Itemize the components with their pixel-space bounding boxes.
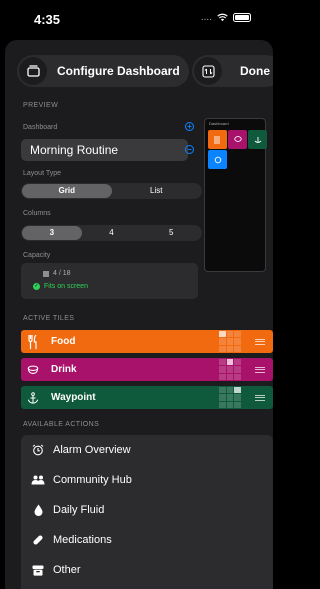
preview-tile-waypoint (248, 130, 267, 149)
dashboard-picker-button[interactable]: Configure Dashboard (17, 55, 189, 87)
dashboard-preview: Dashboard (204, 118, 267, 272)
preview-tile-food (208, 130, 227, 149)
preview-title: Dashboard (209, 121, 229, 126)
anchor-icon (27, 391, 39, 405)
done-label: Done (240, 64, 270, 78)
columns-segmented: 3 4 5 (21, 225, 202, 241)
done-button[interactable]: Done (192, 55, 273, 87)
action-alarm-overview[interactable]: Alarm Overview (21, 435, 273, 465)
available-actions-label: AVAILABLE ACTIONS (23, 421, 100, 428)
fits-status-label: Fits on screen (44, 283, 88, 290)
remove-dashboard-icon[interactable]: − (185, 145, 194, 154)
preview-section-label: PREVIEW (23, 102, 59, 109)
alarm-clock-icon (31, 444, 45, 456)
header: Configure Dashboard Done (5, 40, 273, 96)
tile-name: Drink (51, 364, 77, 375)
action-label: Community Hub (53, 474, 132, 486)
action-label: Alarm Overview (53, 444, 131, 456)
preview-tile-fourth (208, 150, 227, 169)
drag-handle-icon[interactable] (255, 338, 265, 345)
capacity-label: Capacity (23, 252, 51, 259)
action-community-hub[interactable]: Community Hub (21, 465, 273, 495)
people-icon (31, 475, 45, 485)
drop-icon (31, 504, 45, 516)
capacity-value: 4 / 18 (53, 270, 71, 277)
active-tiles-label: ACTIVE TILES (23, 315, 75, 322)
tile-row-food[interactable]: Food (21, 330, 273, 353)
drag-handle-icon[interactable] (255, 394, 265, 401)
status-bar: 4:35 .... (0, 0, 273, 34)
available-actions-list: Alarm Overview Community Hub Daily Fluid… (21, 435, 273, 589)
drag-handle-icon[interactable] (255, 366, 265, 373)
fork-knife-icon (27, 334, 39, 349)
layout-option-grid[interactable]: Grid (22, 184, 112, 198)
columns-option-4[interactable]: 4 (82, 226, 142, 240)
wifi-icon (217, 13, 228, 22)
archive-box-icon (31, 565, 45, 576)
layout-type-label: Layout Type (23, 170, 62, 177)
columns-option-3[interactable]: 3 (22, 226, 82, 240)
columns-label: Columns (23, 210, 51, 217)
cup-icon (27, 364, 39, 376)
capacity-row: 4 / 18 (43, 270, 71, 277)
columns-option-5[interactable]: 5 (141, 226, 201, 240)
fits-status: ✓ Fits on screen (33, 283, 88, 290)
preview-tile-drink (228, 130, 247, 149)
layout-option-list[interactable]: List (112, 184, 202, 198)
signal-dots: .... (200, 12, 212, 23)
action-label: Other (53, 564, 81, 576)
checkmark-icon: ✓ (33, 283, 40, 290)
capacity-card: 4 / 18 ✓ Fits on screen (21, 263, 198, 299)
tile-position-grid (219, 331, 241, 352)
action-label: Medications (53, 534, 112, 546)
dashboard-icon (19, 57, 47, 85)
action-other[interactable]: Other (21, 555, 273, 585)
battery-icon (233, 13, 251, 22)
status-time: 4:35 (34, 12, 61, 27)
tile-position-grid (219, 359, 241, 380)
tile-position-grid (219, 387, 241, 408)
status-icons: .... (201, 12, 251, 23)
dashboard-label: Dashboard (23, 124, 58, 131)
tile-row-drink[interactable]: Drink (21, 358, 273, 381)
page-title: Configure Dashboard (57, 64, 180, 78)
action-medications[interactable]: Medications (21, 525, 273, 555)
configure-sheet: Configure Dashboard Done PREVIEW Dashboa… (5, 40, 273, 589)
grid-square-icon (43, 270, 49, 277)
tile-name: Food (51, 336, 76, 347)
dashboard-name-field[interactable]: Morning Routine (21, 139, 188, 161)
tile-name: Waypoint (51, 392, 96, 403)
action-daily-fluid[interactable]: Daily Fluid (21, 495, 273, 525)
add-dashboard-icon[interactable]: + (185, 122, 194, 131)
layout-type-segmented: Grid List (21, 183, 202, 199)
swap-icon (194, 57, 222, 85)
action-label: Daily Fluid (53, 504, 105, 516)
pill-icon (31, 534, 45, 546)
tile-row-waypoint[interactable]: Waypoint (21, 386, 273, 409)
